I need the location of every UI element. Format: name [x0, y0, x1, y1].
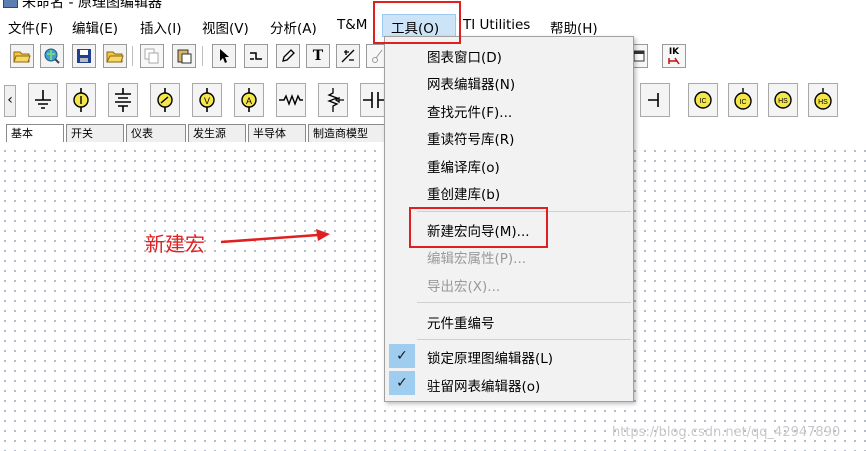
menu-item-recompile-library[interactable]: 重编译库(o) [427, 156, 500, 176]
menu-insert[interactable]: 插入(I) [140, 17, 182, 37]
ik-probe-label: IK [668, 46, 680, 57]
voltmeter-icon[interactable]: V [192, 83, 222, 117]
menu-item-chart-window[interactable]: 图表窗口(D) [427, 46, 502, 66]
menu-file[interactable]: 文件(F) [8, 17, 53, 37]
hs-source-plus-icon[interactable]: HS [808, 83, 838, 117]
scroll-left-icon[interactable]: ‹ [4, 85, 16, 117]
annotation-label: 新建宏 [145, 232, 205, 256]
menu-item-find-component[interactable]: 查找元件(F)... [427, 101, 512, 121]
tab-basic[interactable]: 基本 [6, 124, 64, 142]
menu-separator [417, 339, 631, 340]
wire-icon[interactable] [244, 44, 268, 68]
select-pointer-icon[interactable] [212, 44, 236, 68]
ik-probe-icon[interactable]: IK [662, 44, 686, 68]
hs-label: HS [778, 98, 788, 105]
menu-separator [417, 302, 631, 303]
save-icon[interactable] [72, 44, 96, 68]
ic-plus-label: IC [740, 99, 747, 106]
app-icon [3, 0, 18, 8]
hs-source-icon[interactable]: HS [768, 83, 798, 117]
tab-generators[interactable]: 发生源 [188, 124, 246, 142]
open-file-icon[interactable] [103, 44, 127, 68]
search-globe-icon[interactable] [40, 44, 64, 68]
text-tool-icon[interactable]: T [306, 44, 330, 68]
copy-icon[interactable] [140, 44, 164, 68]
check-icon: ✓ [389, 371, 415, 395]
menu-item-resident-netlist-editor[interactable]: 驻留网表编辑器(o) [427, 375, 540, 395]
menu-item-lock-schematic-editor[interactable]: 锁定原理图编辑器(L) [427, 347, 553, 367]
resistor-icon[interactable] [276, 83, 306, 117]
menu-item-export-macro[interactable]: 导出宏(X)... [427, 275, 500, 295]
potentiometer-icon[interactable] [318, 83, 348, 117]
tab-manufacturer-models[interactable]: 制造商模型 [308, 124, 388, 142]
hs-plus-label: HS [818, 99, 828, 106]
annotation-arrow-icon [220, 229, 330, 244]
menu-edit[interactable]: 编辑(E) [72, 17, 118, 37]
new-macro-highlight-box [409, 207, 548, 248]
watermark: https://blog.csdn.net/qq_42947890 [612, 425, 841, 440]
menu-tm[interactable]: T&M [337, 17, 367, 33]
menu-item-netlist-editor[interactable]: 网表编辑器(N) [427, 73, 515, 93]
menu-help[interactable]: 帮助(H) [550, 17, 598, 37]
tab-meters[interactable]: 仪表 [126, 124, 186, 142]
menu-item-edit-macro-properties[interactable]: 编辑宏属性(P)... [427, 247, 526, 267]
menu-item-reload-symbols[interactable]: 重读符号库(R) [427, 128, 514, 148]
ammeter-icon[interactable]: A [234, 83, 264, 117]
battery-icon[interactable] [108, 83, 138, 117]
menu-analysis[interactable]: 分析(A) [270, 17, 317, 37]
tools-menu-highlight-box [373, 1, 461, 44]
menu-ti-utilities[interactable]: TI Utilities [463, 17, 530, 33]
pencil-icon[interactable] [276, 44, 300, 68]
current-source-plus-icon[interactable]: IC [728, 83, 758, 117]
tab-switches[interactable]: 开关 [66, 124, 124, 142]
voltage-pin-icon[interactable] [336, 44, 360, 68]
output-pin-icon[interactable] [640, 83, 670, 117]
current-controlled-source-icon[interactable]: IC [688, 83, 718, 117]
tab-semiconductors[interactable]: 半导体 [248, 124, 306, 142]
voltmeter-label: V [204, 96, 210, 106]
check-icon: ✓ [389, 344, 415, 368]
menu-item-renumber-components[interactable]: 元件重编号 [427, 312, 495, 332]
open-folder-icon[interactable] [10, 44, 34, 68]
menu-view[interactable]: 视图(V) [202, 17, 249, 37]
ammeter-label: A [246, 96, 252, 106]
ic-label: IC [700, 98, 707, 105]
voltage-source-icon[interactable] [66, 83, 96, 117]
toolbar-separator [132, 46, 133, 66]
ground-icon[interactable] [28, 83, 58, 117]
paste-icon[interactable] [172, 44, 196, 68]
parts-tabs: 基本 开关 仪表 发生源 半导体 制造商模型 [0, 124, 400, 142]
switch-source-icon[interactable] [150, 83, 180, 117]
toolbar-separator [202, 46, 203, 66]
menu-item-recreate-library[interactable]: 重创建库(b) [427, 183, 500, 203]
